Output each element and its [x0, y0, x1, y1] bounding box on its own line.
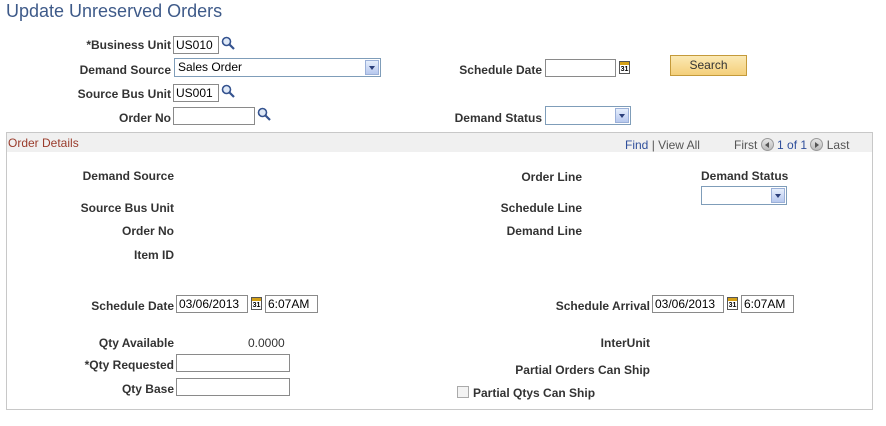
demand-status-label: Demand Status — [454, 111, 542, 125]
calendar-icon[interactable]: 31 — [251, 297, 262, 310]
order-no-lookup-icon[interactable] — [257, 107, 271, 121]
find-link[interactable]: Find — [625, 138, 648, 152]
qty-base-field[interactable] — [176, 378, 290, 396]
detail-demand-status-label: Demand Status — [701, 169, 789, 183]
chevron-down-icon[interactable] — [615, 108, 629, 123]
page-title: Update Unreserved Orders — [6, 1, 223, 21]
schedule-arrival-label: Schedule Arrival — [555, 299, 650, 313]
qty-available-value: 0.0000 — [248, 336, 285, 350]
last-label: Last — [826, 138, 850, 152]
order-no-label: Order No — [118, 111, 171, 125]
business-unit-lookup-icon[interactable] — [221, 36, 235, 50]
source-bus-unit-field[interactable]: US001 — [173, 84, 219, 102]
qty-available-label: Qty Available — [98, 336, 174, 350]
chevron-down-icon[interactable] — [771, 188, 785, 203]
first-label: First — [734, 138, 758, 152]
detail-demand-status-select[interactable] — [701, 186, 787, 205]
search-button[interactable]: Search — [670, 55, 747, 76]
grid-navigation: Find | View All — [625, 138, 700, 152]
schedule-date-label: Schedule Date — [459, 63, 542, 77]
previous-arrow-icon[interactable] — [760, 138, 774, 151]
partial-orders-label: Partial Orders Can Ship — [515, 363, 650, 377]
demand-source-select[interactable]: Sales Order — [174, 58, 381, 77]
detail-order-no-label: Order No — [121, 224, 174, 238]
item-id-label: Item ID — [133, 248, 174, 262]
schedule-line-label: Schedule Line — [500, 201, 582, 215]
schedule-arrival-time-field[interactable]: 6:07AM — [741, 295, 794, 313]
qty-requested-field[interactable] — [176, 354, 290, 372]
demand-status-select[interactable] — [545, 106, 631, 125]
schedule-arrival-date-field[interactable]: 03/06/2013 — [652, 295, 724, 313]
next-arrow-icon[interactable] — [810, 138, 824, 151]
nav-separator: | — [651, 138, 655, 152]
detail-source-bus-unit-label: Source Bus Unit — [80, 201, 174, 215]
interunit-label: InterUnit — [600, 336, 650, 350]
business-unit-label: *Business Unit — [86, 38, 171, 52]
demand-source-label: Demand Source — [79, 63, 171, 77]
order-line-label: Order Line — [521, 170, 582, 184]
order-no-field[interactable] — [173, 107, 255, 125]
calendar-icon[interactable]: 31 — [619, 61, 630, 74]
view-all-link[interactable]: View All — [658, 138, 700, 152]
schedule-date-field[interactable] — [545, 59, 616, 77]
detail-schedule-time-field[interactable]: 6:07AM — [265, 295, 318, 313]
order-details-title: Order Details — [8, 136, 79, 150]
business-unit-field[interactable]: US010 — [173, 36, 219, 54]
chevron-down-icon[interactable] — [365, 60, 379, 75]
qty-base-label: Qty Base — [121, 382, 174, 396]
source-bus-unit-lookup-icon[interactable] — [221, 84, 235, 98]
demand-line-label: Demand Line — [506, 224, 582, 238]
partial-qtys-checkbox[interactable] — [457, 386, 469, 398]
detail-demand-source-label: Demand Source — [82, 169, 174, 183]
source-bus-unit-label: Source Bus Unit — [77, 87, 171, 101]
detail-schedule-date-label: Schedule Date — [91, 299, 174, 313]
qty-requested-label: *Qty Requested — [84, 358, 174, 372]
detail-schedule-date-field[interactable]: 03/06/2013 — [176, 295, 248, 313]
row-position: 1 of 1 — [777, 138, 808, 152]
demand-source-value: Sales Order — [178, 60, 243, 74]
calendar-icon[interactable]: 31 — [727, 297, 738, 310]
row-navigation: First 1 of 1 Last — [734, 138, 849, 152]
partial-qtys-label: Partial Qtys Can Ship — [473, 386, 596, 400]
